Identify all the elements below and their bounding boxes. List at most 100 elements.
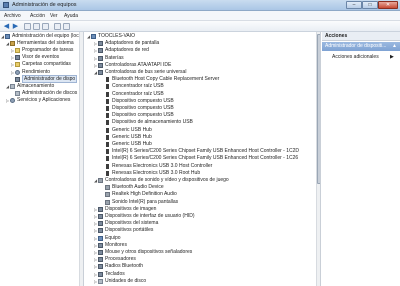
console-tree-item[interactable]: ◢ Administración del equipo (local) <box>1 33 84 40</box>
console-tree-item[interactable]: ▷ Servicios y Aplicaciones <box>6 97 70 104</box>
device-tree-label: Bluetooth Host Copy Cable Replacement Se… <box>112 76 220 83</box>
device-tree-item[interactable]: ▷ Controladoras ATA/ATAPI IDE <box>94 62 171 69</box>
show-hide-tree-icon[interactable] <box>33 23 40 30</box>
up-level-icon[interactable] <box>24 23 31 30</box>
menu-ver[interactable]: Ver <box>50 13 58 19</box>
device-tree-label: Dispositivo compuesto USB <box>112 112 174 119</box>
menu-accion[interactable]: Acción <box>30 13 45 19</box>
device-tree-item[interactable]: ▷ Mouse y otros dispositivos señaladores <box>94 249 192 256</box>
menu-ayuda[interactable]: Ayuda <box>64 13 78 19</box>
forward-arrow-icon[interactable]: ▶ <box>12 23 19 30</box>
device-tree-item[interactable]: ▷ Equipo <box>94 235 121 242</box>
console-tree-item[interactable]: ▷ Programador de tareas <box>11 47 73 54</box>
device-tree-item[interactable]: Intel(R) 6 Series/C200 Series Chipset Fa… <box>101 155 298 162</box>
console-tree-item[interactable]: Administración de discos <box>11 90 77 97</box>
actions-group-label: Administrador de dispositi... <box>325 43 387 49</box>
device-tree-item[interactable]: ▷ Radios Bluetooth <box>94 263 143 270</box>
device-tree-item[interactable]: Renesas Electronics USB 3.0 Root Hub <box>101 170 200 177</box>
device-tree-label: Realtek High Definition Audio <box>112 191 177 198</box>
maximize-button[interactable]: □ <box>362 1 378 9</box>
device-tree-item[interactable]: Intel(R) 6 Series/C200 Series Chipset Fa… <box>101 148 299 155</box>
console-tree-item[interactable]: ◢ Almacenamiento <box>6 83 54 90</box>
properties-icon[interactable] <box>54 23 61 30</box>
actions-group-device-manager[interactable]: Administrador de dispositi... ▲ <box>322 42 400 51</box>
console-tree-item[interactable]: ◢ Herramientas del sistema <box>6 40 74 47</box>
device-tree-item[interactable]: Generic USB Hub <box>101 141 152 148</box>
device-tree-item[interactable]: Realtek High Definition Audio <box>101 191 177 198</box>
device-tree-label: TOOCLES-VAIO <box>98 33 136 39</box>
device-tree-item[interactable]: ◢ Controladoras de bus serie universal <box>94 69 186 76</box>
device-tree-item[interactable]: ▷ Adaptadores de pantalla <box>94 40 159 47</box>
device-tree-label: Dispositivos del sistema <box>105 220 159 227</box>
device-tree-item[interactable]: Dispositivo compuesto USB <box>101 98 174 105</box>
device-tree-item[interactable]: ▷ Unidades de disco <box>94 278 146 285</box>
device-manager-icon <box>15 76 20 82</box>
device-tree-item[interactable]: Generic USB Hub <box>101 134 152 141</box>
device-tree-label: Dispositivos de imagen <box>105 205 157 212</box>
device-tree-label: Adaptadores de pantalla <box>105 40 160 47</box>
device-tree-item[interactable]: ▷ Adaptadores de red <box>94 47 149 54</box>
device-tree-item[interactable]: Dispositivo compuesto USB <box>101 105 174 112</box>
device-tree-label: Sonido Intel(R) para pantallas <box>112 198 179 205</box>
computer-management-icon <box>3 2 9 8</box>
console-tree-item[interactable]: ▷ Carpetas compartidas <box>11 61 71 68</box>
device-tree-item[interactable]: Dispositivo compuesto USB <box>101 112 174 119</box>
menu-archivo[interactable]: Archivo <box>4 13 21 19</box>
more-actions-label: Acciones adicionales <box>332 54 379 60</box>
device-tree-item[interactable]: ▷ Monitores <box>94 242 127 249</box>
device-tree-label: Controladoras ATA/ATAPI IDE <box>105 61 172 68</box>
device-tree-label: Concentrador raíz USB <box>112 83 164 90</box>
device-tree-label: Generic USB Hub <box>112 141 152 147</box>
help-icon[interactable] <box>42 23 49 30</box>
display-adapter-icon <box>98 41 103 47</box>
device-tree-label: Adaptadores de red <box>105 47 149 54</box>
device-tree-item[interactable]: ▷ Baterías <box>94 55 124 62</box>
device-scrollbar[interactable] <box>316 32 320 286</box>
device-tree-item[interactable]: ▷ Dispositivos del sistema <box>94 220 158 227</box>
close-button[interactable]: ✕ <box>378 1 398 9</box>
minimize-button[interactable]: – <box>346 1 362 9</box>
device-tree-item[interactable]: Bluetooth Audio Device <box>101 184 164 191</box>
console-tree-item[interactable]: ▷ Visor de eventos <box>11 54 59 61</box>
more-actions-link[interactable]: Acciones adicionales ▶ <box>332 54 394 60</box>
network-adapter-icon <box>98 48 103 54</box>
left-scrollbar[interactable] <box>79 32 83 286</box>
window-title: Administración de equipos <box>12 2 77 8</box>
device-tree-item[interactable]: ▷ Dispositivos portátiles <box>94 227 153 234</box>
device-tree-item[interactable]: ▷ Procesadores <box>94 256 136 263</box>
menu-bar: Archivo Acción Ver Ayuda <box>0 11 400 21</box>
console-tree-label: Programador de tareas <box>22 47 74 54</box>
device-tree-item[interactable]: Renesas Electronics USB 3.0 Host Control… <box>101 163 212 170</box>
storage-icon <box>10 83 15 89</box>
device-tree-item[interactable]: ◢ TOOCLES-VAIO <box>87 33 135 40</box>
console-tree-label: Administración del equipo (local) <box>12 33 84 39</box>
device-tree-item[interactable]: Concentrador raíz USB <box>101 83 164 90</box>
scan-hardware-icon[interactable] <box>63 23 70 30</box>
device-tree-label: Unidades de disco <box>105 277 147 284</box>
device-tree-item[interactable]: ▷ Dispositivos de interfaz de usuario (HI… <box>94 213 194 220</box>
back-arrow-icon[interactable]: ◀ <box>3 23 10 30</box>
sound-icon <box>105 192 110 198</box>
device-tree-item[interactable]: ▷ Teclados <box>94 271 125 278</box>
device-tree-item[interactable]: Generic USB Hub <box>101 127 152 134</box>
mouse-icon <box>98 250 103 255</box>
device-scrollbar-thumb[interactable] <box>317 34 320 184</box>
processor-icon <box>98 257 103 263</box>
device-tree-item[interactable]: ▷ Dispositivos de imagen <box>94 206 156 213</box>
collapse-caret-icon[interactable]: ▲ <box>392 42 397 51</box>
console-tree-item[interactable]: Administrador de dispo <box>11 74 78 83</box>
device-tree-item[interactable]: ◢ Controladoras de sonido y vídeo y dispo… <box>94 177 229 184</box>
device-tree-item[interactable]: Dispositivo de almacenamiento USB <box>101 119 193 126</box>
actions-header: Acciones <box>322 32 400 41</box>
usb-icon <box>106 77 109 83</box>
device-tree-label: Dispositivo de almacenamiento USB <box>112 119 193 126</box>
usb-controller-icon <box>98 70 103 75</box>
device-tree-item[interactable]: Concentrador raíz USB <box>101 91 164 98</box>
console-tree-label: Servicios y Aplicaciones <box>17 96 71 103</box>
console-tree-label: Herramientas del sistema <box>17 40 74 47</box>
console-tree-label: Visor de eventos <box>22 54 60 61</box>
device-tree-item[interactable]: Bluetooth Host Copy Cable Replacement Se… <box>101 76 219 83</box>
device-tree-item[interactable]: Sonido Intel(R) para pantallas <box>101 199 178 206</box>
usb-icon <box>106 113 109 119</box>
event-viewer-icon <box>15 55 20 61</box>
